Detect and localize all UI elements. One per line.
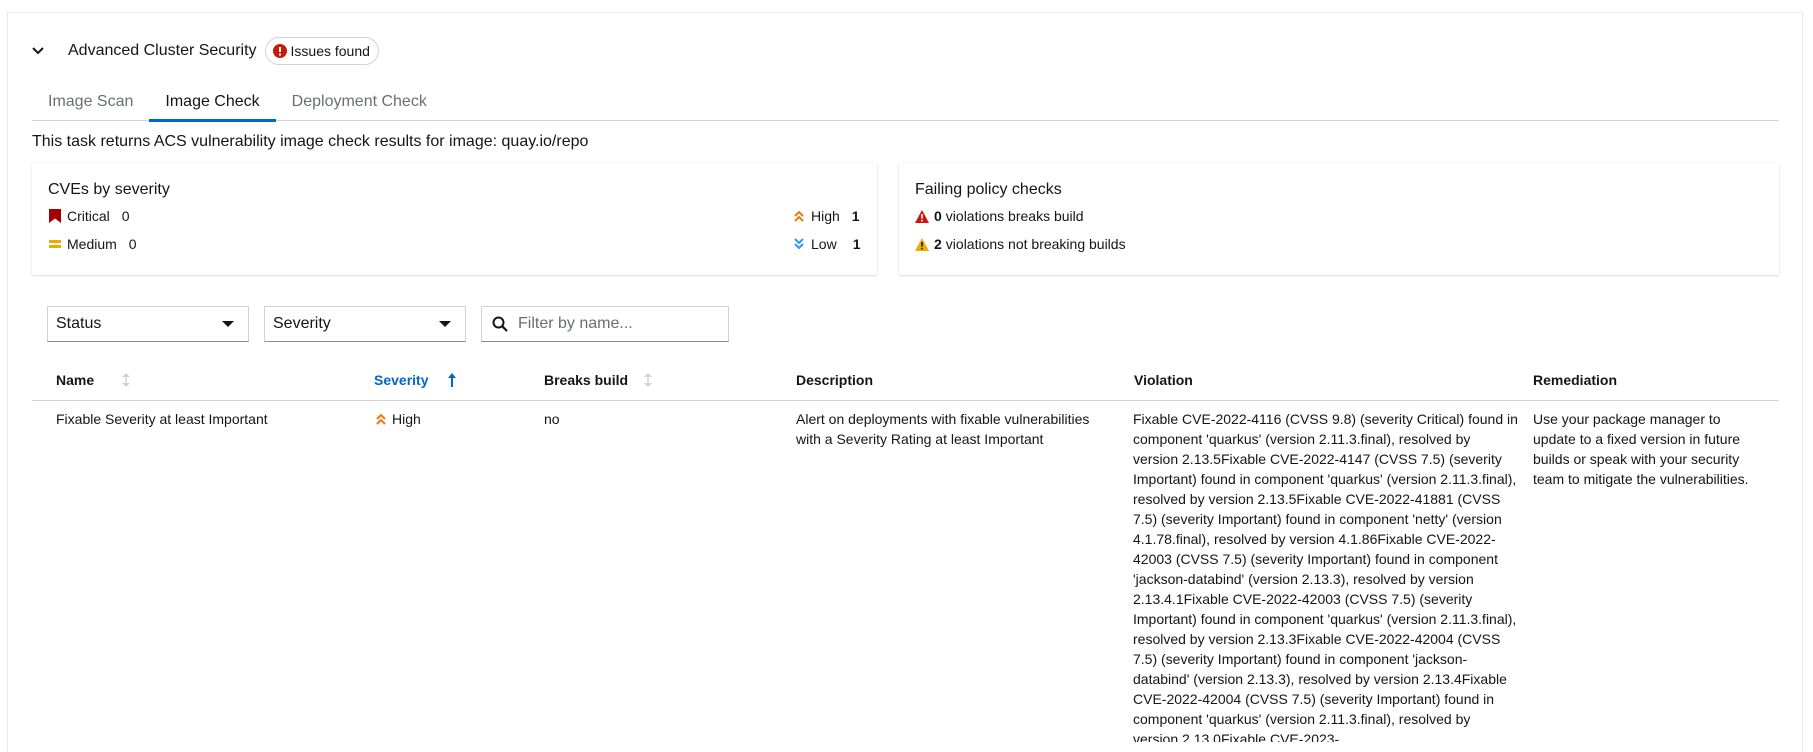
not-breaking-row: 2 violations not breaking builds (915, 236, 1126, 252)
column-header-name-label: Name (56, 372, 95, 388)
filter-search-box (481, 306, 729, 342)
exclamation-circle-icon (272, 44, 287, 58)
cves-by-severity-card: CVEs by severity Critical 0 Medium 0 Hig… (32, 163, 877, 275)
cves-card-title: CVEs by severity (48, 181, 170, 198)
column-header-violation: Violation (1134, 372, 1193, 388)
high-angle-double-up-icon (376, 413, 386, 425)
section-title: Advanced Cluster Security (68, 42, 257, 59)
sort-arrows-icon (644, 373, 653, 387)
breaking-count: 0 (934, 208, 942, 224)
high-row: High 1 (792, 208, 860, 224)
severity-filter-select[interactable]: Severity (264, 306, 466, 342)
status-filter-select[interactable]: Status (47, 306, 249, 342)
column-header-severity-label: Severity (374, 372, 429, 388)
row-remediation-cell: Use your package manager to update to a … (1533, 411, 1749, 487)
collapse-toggle[interactable] (28, 41, 48, 61)
low-label: Low (811, 236, 837, 252)
column-header-breaks-build[interactable]: Breaks build (544, 372, 653, 388)
medium-equals-icon (48, 237, 62, 251)
tab-image-check[interactable]: Image Check (149, 87, 276, 122)
not-breaking-label: violations not breaking builds (945, 236, 1126, 252)
table-header-divider (32, 400, 1779, 401)
critical-label: Critical (67, 208, 110, 224)
column-header-description: Description (796, 372, 874, 388)
column-header-remediation: Remediation (1533, 372, 1618, 388)
section-header: Advanced Cluster Security Issues found (28, 36, 379, 66)
column-header-name[interactable]: Name (56, 372, 131, 388)
search-icon (492, 316, 508, 332)
row-severity-cell: High (375, 409, 421, 429)
critical-flag-icon (48, 209, 62, 223)
row-name-cell: Fixable Severity at least Important (56, 411, 268, 427)
policy-card-title: Failing policy checks (915, 181, 1062, 198)
exclamation-triangle-warning-icon (915, 237, 929, 251)
high-label: High (811, 208, 840, 224)
tab-image-scan[interactable]: Image Scan (32, 87, 149, 121)
breaking-row: 0 violations breaks build (915, 208, 1084, 224)
column-header-severity[interactable]: Severity (374, 372, 457, 388)
column-header-breaks-build-label: Breaks build (544, 372, 629, 388)
status-filter-label: Status (56, 315, 102, 332)
low-count: 1 (852, 236, 861, 252)
low-row: Low 1 (792, 236, 860, 252)
high-angle-double-up-icon (792, 209, 806, 223)
critical-row: Critical 0 (48, 208, 130, 224)
row-severity-label: High (392, 411, 421, 427)
breaking-label: violations breaks build (945, 208, 1084, 224)
low-angle-double-down-icon (792, 237, 806, 251)
result-tabs: Image Scan Image Check Deployment Check (32, 87, 1779, 122)
row-violation-cell: Fixable CVE-2022-4116 (CVSS 9.8) (severi… (1133, 411, 1518, 742)
critical-count: 0 (121, 208, 130, 224)
caret-down-icon (439, 321, 451, 327)
medium-count: 0 (128, 236, 137, 252)
medium-label: Medium (67, 236, 117, 252)
row-description-cell: Alert on deployments with fixable vulner… (796, 411, 1090, 447)
tab-deployment-check[interactable]: Deployment Check (276, 87, 443, 121)
severity-filter-label: Severity (273, 315, 331, 332)
caret-down-icon (222, 321, 234, 327)
status-badge-label: Issues found (290, 43, 370, 59)
medium-row: Medium 0 (48, 236, 137, 252)
row-breaks-build-cell: no (544, 411, 560, 427)
intro-text: This task returns ACS vulnerability imag… (32, 133, 589, 150)
chevron-down-icon (32, 47, 44, 55)
status-badge: Issues found (264, 37, 379, 65)
high-count: 1 (851, 208, 860, 224)
sort-arrows-icon (122, 373, 131, 387)
exclamation-triangle-danger-icon (915, 209, 929, 223)
failing-policy-checks-card: Failing policy checks 0 violations break… (899, 163, 1779, 275)
filter-by-name-input[interactable] (518, 315, 718, 333)
sort-ascending-icon (448, 373, 457, 387)
not-breaking-count: 2 (934, 236, 942, 252)
